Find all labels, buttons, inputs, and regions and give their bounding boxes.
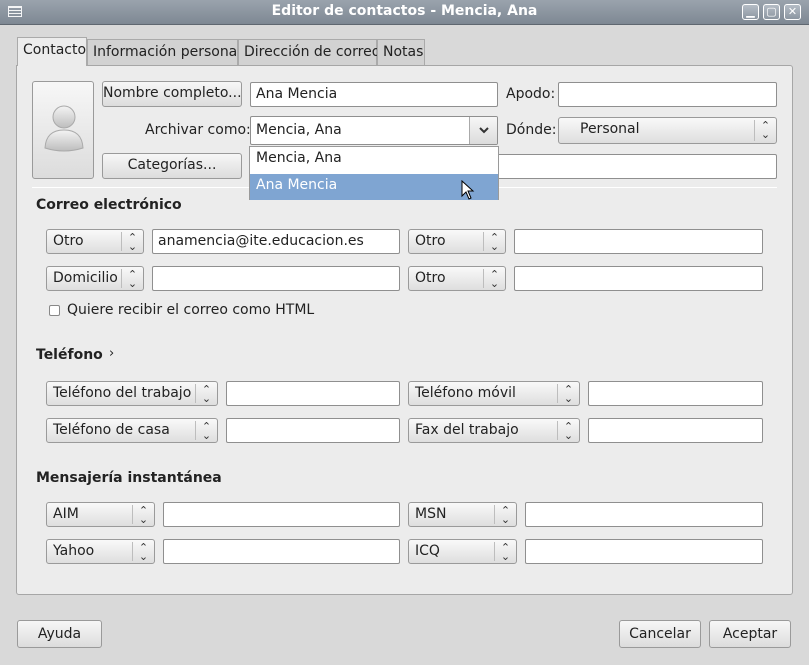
- im-field[interactable]: [163, 539, 400, 564]
- categories-button[interactable]: Categorías...: [102, 153, 242, 179]
- updown-arrows-icon: ⌃ ⌄: [483, 269, 505, 289]
- email-type-value: Otro: [415, 270, 446, 286]
- close-button[interactable]: ✕: [784, 4, 801, 20]
- tab-informacion-personal[interactable]: Información personal: [87, 39, 241, 65]
- chevron-down-icon[interactable]: [469, 117, 497, 144]
- updown-arrows-icon: ⌃ ⌄: [557, 384, 579, 404]
- im-type-select[interactable]: ICQ ⌃ ⌄: [408, 539, 517, 564]
- where-label: Dónde:: [506, 122, 557, 138]
- dropdown-option[interactable]: Mencia, Ana: [250, 147, 498, 173]
- window-title: Editor de contactos - Mencia, Ana: [271, 3, 538, 19]
- file-as-label: Archivar como:: [145, 122, 251, 138]
- cancel-button[interactable]: Cancelar: [619, 620, 701, 648]
- im-type-value: Yahoo: [53, 543, 95, 559]
- im-field[interactable]: [525, 502, 763, 527]
- updown-arrows-icon: ⌃ ⌄: [195, 421, 217, 441]
- im-type-value: AIM: [53, 506, 79, 522]
- phone-field[interactable]: [588, 381, 763, 406]
- nickname-field[interactable]: [558, 82, 777, 107]
- full-name-field[interactable]: Ana Mencia: [250, 82, 498, 107]
- expander-icon[interactable]: ›: [109, 346, 114, 361]
- im-type-select[interactable]: MSN ⌃ ⌄: [408, 502, 517, 527]
- email-field[interactable]: [152, 266, 400, 291]
- phone-type-select[interactable]: Fax del trabajo ⌃ ⌄: [408, 418, 580, 443]
- help-button[interactable]: Ayuda: [17, 620, 102, 648]
- email-heading: Correo electrónico: [36, 197, 182, 213]
- tab-notas[interactable]: Notas: [377, 39, 425, 65]
- im-type-select[interactable]: AIM ⌃ ⌄: [46, 502, 155, 527]
- updown-arrows-icon: ⌃ ⌄: [132, 542, 154, 562]
- updown-arrows-icon: ⌃ ⌄: [494, 542, 516, 562]
- email-field[interactable]: anamencia@ite.educacion.es: [152, 229, 400, 254]
- where-value: Personal: [580, 121, 640, 137]
- categories-field[interactable]: [497, 154, 777, 179]
- html-mail-checkbox[interactable]: [49, 305, 60, 316]
- updown-arrows-icon: ⌃ ⌄: [483, 232, 505, 252]
- updown-arrows-icon: ⌃ ⌄: [754, 120, 776, 141]
- mouse-pointer-icon: [461, 180, 475, 200]
- file-as-value: Mencia, Ana: [256, 122, 342, 138]
- tab-contacto[interactable]: Contacto: [17, 37, 87, 66]
- im-field[interactable]: [163, 502, 400, 527]
- accept-button[interactable]: Aceptar: [709, 620, 791, 648]
- phone-type-value: Teléfono del trabajo: [53, 385, 192, 401]
- phone-field[interactable]: [226, 418, 400, 443]
- maximize-button[interactable]: ▢: [763, 4, 780, 20]
- email-type-value: Otro: [415, 233, 446, 249]
- email-type-value: Domicilio: [53, 270, 118, 286]
- tab-direccion-correo[interactable]: Dirección de correo: [238, 39, 380, 65]
- full-name-button[interactable]: Nombre completo...: [102, 81, 242, 107]
- phone-field[interactable]: [226, 381, 400, 406]
- updown-arrows-icon: ⌃ ⌄: [132, 505, 154, 525]
- phone-type-select[interactable]: Teléfono móvil ⌃ ⌄: [408, 381, 580, 406]
- email-type-select[interactable]: Domicilio ⌃ ⌄: [46, 266, 144, 291]
- phone-type-select[interactable]: Teléfono del trabajo ⌃ ⌄: [46, 381, 218, 406]
- im-type-value: MSN: [415, 506, 447, 522]
- email-type-value: Otro: [53, 233, 84, 249]
- person-placeholder-icon: [44, 105, 84, 152]
- updown-arrows-icon: ⌃ ⌄: [121, 232, 143, 252]
- nickname-label: Apodo:: [506, 86, 556, 102]
- html-mail-label: Quiere recibir el correo como HTML: [67, 302, 315, 318]
- where-select[interactable]: Personal ⌃ ⌄: [558, 117, 777, 144]
- phone-type-value: Teléfono móvil: [415, 385, 516, 401]
- phone-field[interactable]: [588, 418, 763, 443]
- email-field[interactable]: [514, 266, 763, 291]
- im-heading: Mensajería instantánea: [36, 470, 222, 486]
- im-type-value: ICQ: [415, 543, 440, 559]
- updown-arrows-icon: ⌃ ⌄: [121, 269, 143, 289]
- email-type-select[interactable]: Otro ⌃ ⌄: [408, 266, 506, 291]
- email-field[interactable]: [514, 229, 763, 254]
- phone-type-value: Fax del trabajo: [415, 422, 519, 438]
- updown-arrows-icon: ⌃ ⌄: [557, 421, 579, 441]
- email-type-select[interactable]: Otro ⌃ ⌄: [46, 229, 144, 254]
- avatar-button[interactable]: [32, 81, 94, 179]
- full-name-button-label: Nombre completo...: [103, 85, 242, 101]
- im-field[interactable]: [525, 539, 763, 564]
- minimize-button[interactable]: ▁: [742, 4, 759, 20]
- updown-arrows-icon: ⌃ ⌄: [494, 505, 516, 525]
- phone-type-select[interactable]: Teléfono de casa ⌃ ⌄: [46, 418, 218, 443]
- phone-heading: Teléfono: [36, 347, 103, 363]
- categories-button-label: Categorías...: [127, 157, 217, 173]
- file-as-combo[interactable]: Mencia, Ana: [250, 116, 498, 145]
- updown-arrows-icon: ⌃ ⌄: [195, 384, 217, 404]
- phone-type-value: Teléfono de casa: [53, 422, 170, 438]
- email-type-select[interactable]: Otro ⌃ ⌄: [408, 229, 506, 254]
- im-type-select[interactable]: Yahoo ⌃ ⌄: [46, 539, 155, 564]
- title-bar: Editor de contactos - Mencia, Ana ▁ ▢ ✕: [0, 0, 809, 25]
